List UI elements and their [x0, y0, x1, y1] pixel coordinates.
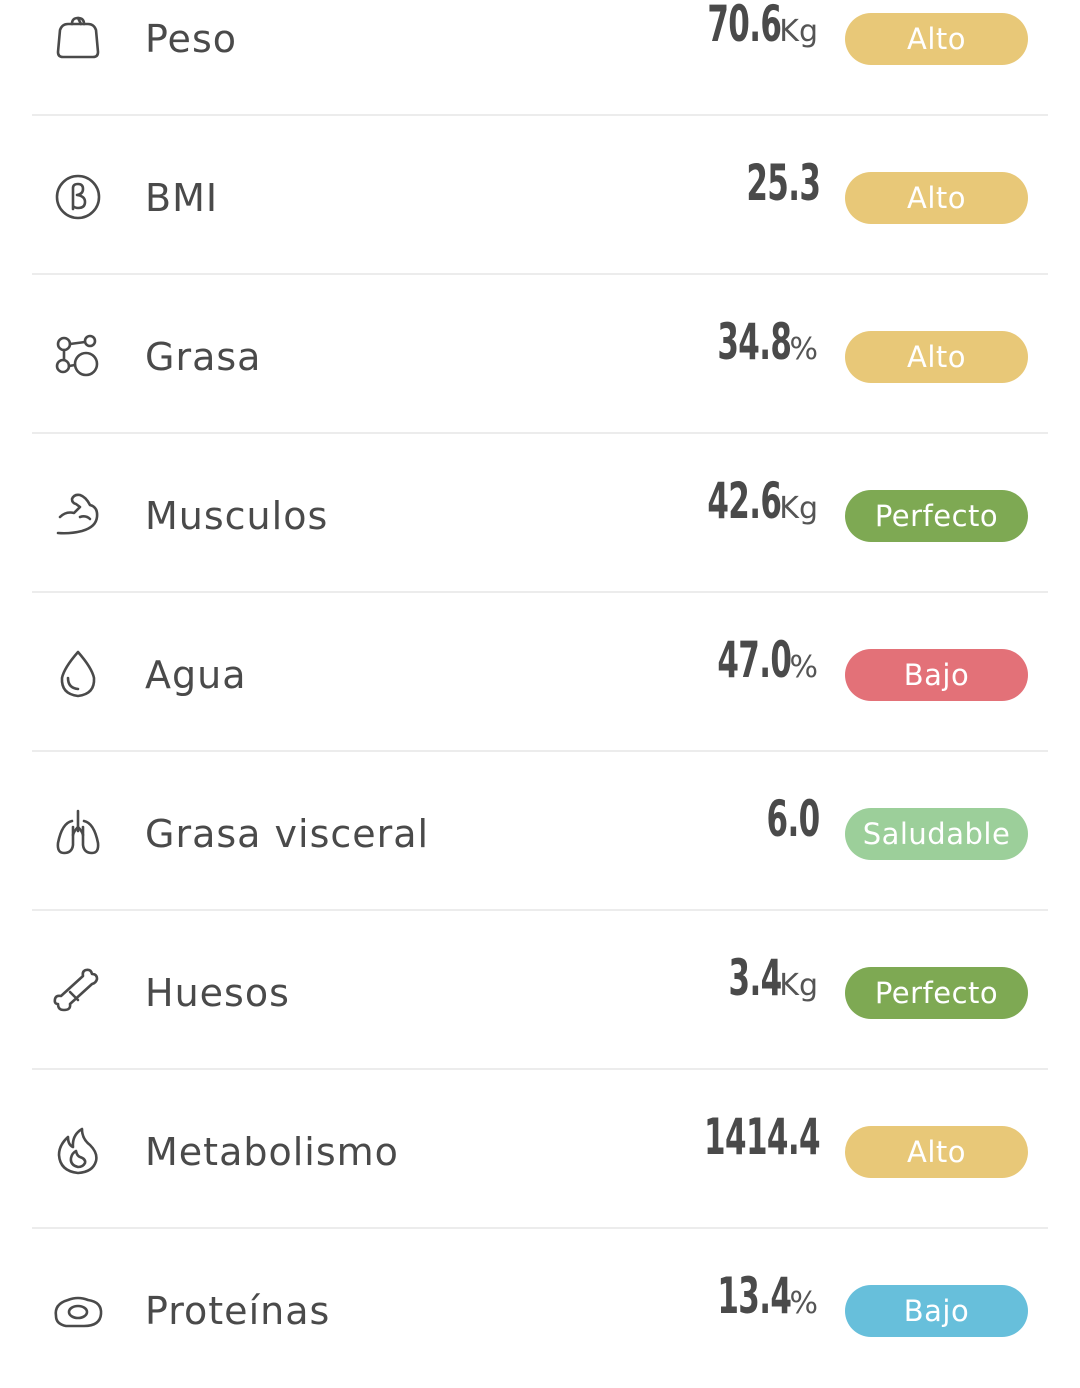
metric-label: Grasa — [145, 335, 262, 379]
metric-label: Musculos — [145, 494, 329, 538]
status-badge: Alto — [845, 172, 1028, 224]
metric-value: 34.8% — [717, 313, 818, 371]
metric-value: 70.6 Kg — [707, 0, 818, 53]
metric-label: Peso — [145, 17, 237, 61]
metric-value: 25.3 — [745, 154, 821, 212]
scale-icon — [50, 10, 106, 66]
muscle-arm-icon — [50, 487, 106, 543]
status-badge: Alto — [845, 1126, 1028, 1178]
metric-value: 3.4 Kg — [728, 949, 818, 1007]
status-badge: Saludable — [845, 808, 1028, 860]
metric-value: 42.6 Kg — [707, 472, 818, 530]
metric-row-bmi[interactable]: BMI 25.3 Alto — [0, 116, 1080, 275]
metric-label: Proteínas — [145, 1289, 331, 1333]
metric-value: 13.4% — [717, 1267, 818, 1325]
metric-row-grasa[interactable]: Grasa 34.8% Alto — [0, 275, 1080, 434]
metric-value: 47.0% — [717, 631, 818, 689]
status-badge: Perfecto — [845, 967, 1028, 1019]
water-drop-icon — [50, 646, 106, 702]
metric-row-proteinas[interactable]: Proteínas 13.4% Bajo — [0, 1229, 1080, 1388]
metric-label: Grasa visceral — [145, 812, 430, 856]
bmi-icon — [50, 169, 106, 225]
metric-row-peso[interactable]: Peso 70.6 Kg Alto — [0, 0, 1080, 116]
lungs-icon — [50, 805, 106, 861]
metric-label: Agua — [145, 653, 247, 697]
status-badge: Bajo — [845, 649, 1028, 701]
status-badge: Perfecto — [845, 490, 1028, 542]
protein-icon — [50, 1282, 106, 1338]
metric-row-huesos[interactable]: Huesos 3.4 Kg Perfecto — [0, 911, 1080, 1070]
bone-icon — [50, 964, 106, 1020]
fat-cells-icon — [50, 328, 106, 384]
metric-value: 6.0 — [766, 790, 821, 848]
status-badge: Alto — [845, 331, 1028, 383]
metric-label: Metabolismo — [145, 1130, 399, 1174]
status-badge: Bajo — [845, 1285, 1028, 1337]
status-badge: Alto — [845, 13, 1028, 65]
metric-row-agua[interactable]: Agua 47.0% Bajo — [0, 593, 1080, 752]
metric-value: 1414.4 — [704, 1108, 821, 1166]
flame-icon — [50, 1123, 106, 1179]
metric-row-grasa-visceral[interactable]: Grasa visceral 6.0 Saludable — [0, 752, 1080, 911]
metric-row-musculos[interactable]: Musculos 42.6 Kg Perfecto — [0, 434, 1080, 593]
metric-label: Huesos — [145, 971, 290, 1015]
metric-row-metabolismo[interactable]: Metabolismo 1414.4 Alto — [0, 1070, 1080, 1229]
metric-label: BMI — [145, 176, 219, 220]
